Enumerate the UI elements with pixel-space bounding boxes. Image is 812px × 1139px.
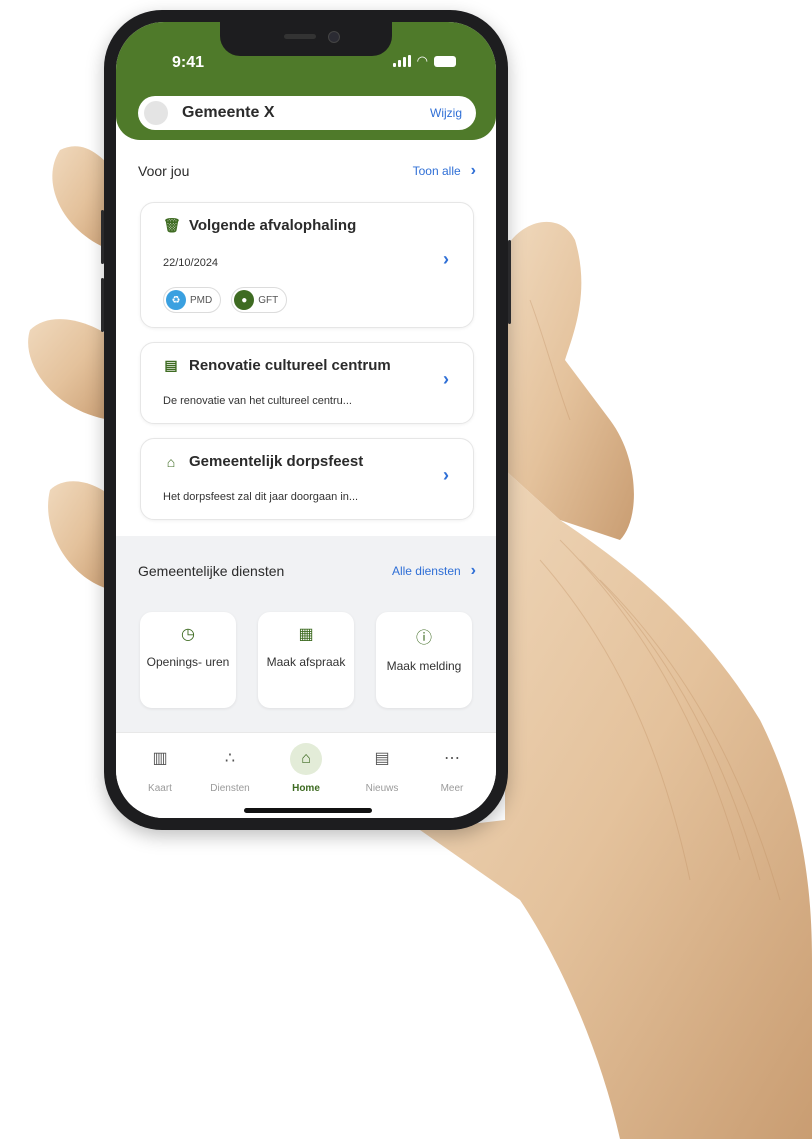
card-subtitle: De renovatie van het cultureel centru... [163, 395, 352, 407]
change-municipality-link[interactable]: Wijzig [430, 106, 462, 120]
more-icon: ⋯ [444, 750, 460, 767]
municipality-name: Gemeente X [182, 104, 275, 121]
gft-chip: ● GFT [231, 287, 288, 313]
alert-icon: ⓘ [415, 630, 432, 647]
waste-chips: ♻ PMD ● GFT [163, 287, 288, 313]
services-icon: ∴ [224, 750, 236, 767]
app-screen: 9:41 ◠ Gemeente X Wijzig Voor jou Toon a… [116, 22, 496, 818]
trash-icon: 🗑 [163, 217, 181, 233]
collection-date: 22/10/2024 [163, 257, 219, 269]
service-label: Maak melding [386, 659, 462, 673]
service-label: Openings- uren [146, 655, 230, 669]
clock-icon: ◷ [181, 626, 195, 643]
chevron-right-icon[interactable]: › [471, 162, 476, 180]
chevron-right-icon[interactable]: › [471, 562, 476, 580]
waste-collection-card[interactable]: 🗑 Volgende afvalophaling 22/10/2024 ♻ PM… [140, 202, 474, 328]
home-icon: ⌂ [290, 743, 322, 775]
service-make-appointment[interactable]: ▦ Maak afspraak [258, 612, 354, 708]
organic-bin-icon: ● [234, 290, 255, 310]
power-button [508, 240, 511, 324]
notch [220, 22, 392, 56]
municipality-logo [144, 101, 168, 125]
chevron-right-icon[interactable]: › [443, 465, 449, 486]
service-opening-hours[interactable]: ◷ Openings- uren [140, 612, 236, 708]
tab-kaart[interactable]: ▥ Kaart [130, 743, 190, 794]
tab-nieuws[interactable]: ▤ Nieuws [352, 743, 412, 794]
tab-diensten[interactable]: ∴ Diensten [200, 743, 260, 794]
service-make-report[interactable]: ⓘ Maak melding [376, 612, 472, 708]
status-icons: ◠ [392, 53, 456, 68]
chevron-right-icon[interactable]: › [443, 369, 449, 390]
wifi-icon: ◠ [416, 53, 428, 68]
pmd-chip: ♻ PMD [163, 287, 222, 313]
card-title: Volgende afvalophaling [189, 217, 357, 234]
tab-home[interactable]: ⌂ Home [276, 743, 336, 794]
services-header: Gemeentelijke diensten Alle diensten › [138, 562, 476, 580]
chevron-right-icon[interactable]: › [443, 249, 449, 270]
municipality-selector[interactable]: Gemeente X Wijzig [138, 96, 476, 130]
section-title: Voor jou [138, 163, 190, 179]
map-icon: ▥ [152, 750, 168, 767]
news-icon: ▤ [374, 750, 390, 767]
card-title: Gemeentelijk dorpsfeest [189, 453, 364, 470]
event-card-village-festival[interactable]: ⌂ Gemeentelijk dorpsfeest Het dorpsfeest… [140, 438, 474, 520]
home-indicator [244, 808, 372, 813]
battery-icon [434, 56, 456, 67]
calendar-icon: ▦ [298, 626, 314, 643]
status-time: 9:41 [172, 54, 205, 71]
show-all-link[interactable]: Toon alle [413, 164, 461, 178]
card-title: Renovatie cultureel centrum [189, 357, 391, 374]
tent-icon: ⌂ [166, 453, 176, 470]
volume-button [101, 210, 104, 264]
all-services-link[interactable]: Alle diensten [392, 564, 461, 578]
phone-frame: 9:41 ◠ Gemeente X Wijzig Voor jou Toon a… [101, 10, 511, 830]
news-card-renovation[interactable]: ▤ Renovatie cultureel centrum De renovat… [140, 342, 474, 424]
tab-meer[interactable]: ⋯ Meer [422, 743, 482, 794]
card-subtitle: Het dorpsfeest zal dit jaar doorgaan in.… [163, 491, 359, 503]
volume-button [101, 278, 104, 332]
recycle-icon: ♻ [166, 290, 186, 310]
signal-icon [392, 55, 411, 67]
bottom-tab-bar: ▥ Kaart ∴ Diensten ⌂ Home ▤ Nieuws ⋯ Mee… [116, 732, 496, 818]
service-label: Maak afspraak [266, 655, 346, 669]
for-you-header: Voor jou Toon alle › [138, 162, 476, 180]
newspaper-icon: ▤ [164, 357, 178, 373]
section-title: Gemeentelijke diensten [138, 563, 285, 579]
